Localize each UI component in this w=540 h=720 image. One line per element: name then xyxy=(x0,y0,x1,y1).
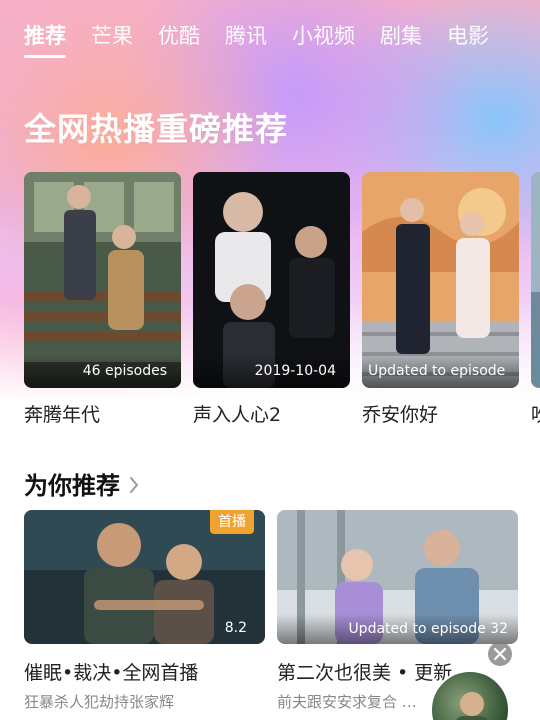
poster-card[interactable]: 吹 xyxy=(531,172,540,432)
chevron-right-icon xyxy=(130,476,138,493)
update-badge: Updated to episode 32 xyxy=(277,614,518,644)
hot-posters-row: 46 episodes 奔腾年代 2019-10-04 声入人心2 Update… xyxy=(24,172,540,432)
tab-tencent[interactable]: 腾讯 xyxy=(225,20,267,52)
date-badge: 2019-10-04 xyxy=(193,354,350,388)
premiere-tag: 首播 xyxy=(210,510,254,534)
recommend-section-header[interactable]: 为你推荐 xyxy=(24,466,140,501)
tab-movie[interactable]: 电影 xyxy=(447,20,489,52)
tab-recommend[interactable]: 推荐 xyxy=(24,20,66,58)
poster-image: 46 episodes xyxy=(24,172,181,388)
tab-series[interactable]: 剧集 xyxy=(380,20,422,52)
tab-mango[interactable]: 芒果 xyxy=(91,20,133,52)
poster-image xyxy=(531,172,540,388)
category-tabs: 推荐 芒果 优酷 腾讯 小视频 剧集 电影 xyxy=(0,20,540,64)
poster-card[interactable]: Updated to episode 乔安你好 xyxy=(362,172,519,432)
poster-title: 乔安你好 xyxy=(362,404,439,426)
section-title: 为你推荐 xyxy=(24,472,120,500)
poster-title: 奔腾年代 xyxy=(24,404,101,426)
recommend-image: 首播 8.2 xyxy=(24,510,265,644)
episode-count-badge: 46 episodes xyxy=(24,354,181,388)
recommend-subtitle: 狂暴杀人犯劫持张家辉 xyxy=(24,693,175,711)
poster-title: 吹 xyxy=(531,400,540,427)
recommend-title: 催眠•裁决•全网首播 xyxy=(24,662,199,684)
poster-card[interactable]: 46 episodes 奔腾年代 xyxy=(24,172,181,432)
update-badge: Updated to episode xyxy=(362,354,519,388)
rating-score: 8.2 xyxy=(224,620,247,636)
tab-youku[interactable]: 优酷 xyxy=(158,20,200,52)
close-icon[interactable] xyxy=(488,642,512,666)
recommend-image: Updated to episode 32 xyxy=(277,510,518,644)
poster-image: 2019-10-04 xyxy=(193,172,350,388)
poster-card[interactable]: 2019-10-04 声入人心2 xyxy=(193,172,350,432)
poster-title: 声入人心2 xyxy=(193,404,282,426)
poster-image: Updated to episode xyxy=(362,172,519,388)
tab-short-video[interactable]: 小视频 xyxy=(292,20,355,52)
recommend-card[interactable]: 首播 8.2 催眠•裁决•全网首播 狂暴杀人犯劫持张家辉 xyxy=(24,510,265,720)
hero-title: 全网热播重磅推荐 xyxy=(24,110,289,148)
